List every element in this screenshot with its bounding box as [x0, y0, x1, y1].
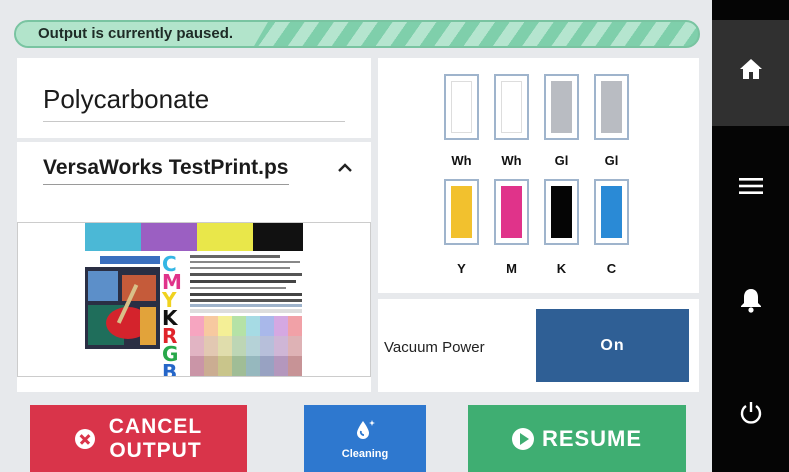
ink-bottom-row [444, 179, 644, 245]
print-preview-image: C M Y K R G B [85, 223, 303, 384]
ink-drop-sparkle-icon [357, 419, 375, 439]
nav-notifications[interactable] [712, 285, 789, 315]
ink-label: Y [457, 261, 466, 276]
status-message: Output is currently paused. [16, 22, 252, 46]
resume-label: RESUME [541, 425, 643, 451]
ink-cartridge-magenta [494, 179, 529, 245]
print-preview: C M Y K R G B [17, 222, 371, 384]
ink-label: C [606, 261, 617, 276]
power-icon [740, 402, 761, 424]
nav-home[interactable] [712, 20, 789, 126]
ink-bottom-labels: Y M K C [444, 261, 644, 276]
ink-top-labels: Wh Wh Gl Gl [444, 153, 644, 168]
vacuum-power-toggle[interactable]: On [536, 309, 689, 382]
play-icon [511, 427, 534, 450]
cancel-line-2: OUTPUT [109, 438, 202, 462]
vacuum-panel: Vacuum Power On [378, 299, 699, 392]
job-filename: VersaWorks TestPrint.ps [43, 156, 289, 185]
svg-text:B: B [162, 360, 177, 376]
ink-label: Gl [554, 153, 569, 168]
side-navigation [712, 0, 789, 472]
cancel-icon [74, 428, 95, 449]
job-panel: VersaWorks TestPrint.ps C M Y K R G B [17, 142, 371, 392]
menu-icon [738, 178, 763, 194]
media-panel[interactable]: Polycarbonate [17, 58, 371, 138]
ink-status-panel[interactable]: Wh Wh Gl Gl Y M K C [378, 58, 699, 293]
ink-cartridge-white-1 [444, 74, 479, 140]
ink-label: Gl [604, 153, 619, 168]
media-name: Polycarbonate [43, 84, 345, 122]
ink-cartridge-cyan [594, 179, 629, 245]
ink-cartridge-yellow [444, 179, 479, 245]
status-banner: Output is currently paused. [14, 20, 700, 48]
ink-label: M [506, 261, 517, 276]
chevron-up-icon[interactable] [335, 158, 355, 178]
cancel-output-label: CANCEL OUTPUT [109, 415, 203, 463]
ink-cartridge-gloss-1 [544, 74, 579, 140]
nav-menu[interactable] [712, 172, 789, 200]
cleaning-button[interactable]: Cleaning [304, 405, 426, 472]
ink-cartridge-black [544, 179, 579, 245]
cancel-output-button[interactable]: CANCEL OUTPUT [30, 405, 247, 472]
bell-icon [740, 289, 761, 313]
ink-label: Wh [451, 153, 472, 168]
ink-cartridge-gloss-2 [594, 74, 629, 140]
nav-power[interactable] [712, 398, 789, 428]
ink-label: Wh [501, 153, 522, 168]
resume-button[interactable]: RESUME [468, 405, 686, 472]
cancel-line-1: CANCEL [108, 414, 203, 438]
cleaning-label: Cleaning [341, 447, 389, 460]
ink-cartridge-white-2 [494, 74, 529, 140]
ink-label: K [556, 261, 567, 276]
vacuum-power-label: Vacuum Power [384, 339, 485, 356]
home-icon-wrap [712, 58, 789, 80]
home-icon [739, 59, 762, 79]
ink-top-row [444, 74, 644, 140]
